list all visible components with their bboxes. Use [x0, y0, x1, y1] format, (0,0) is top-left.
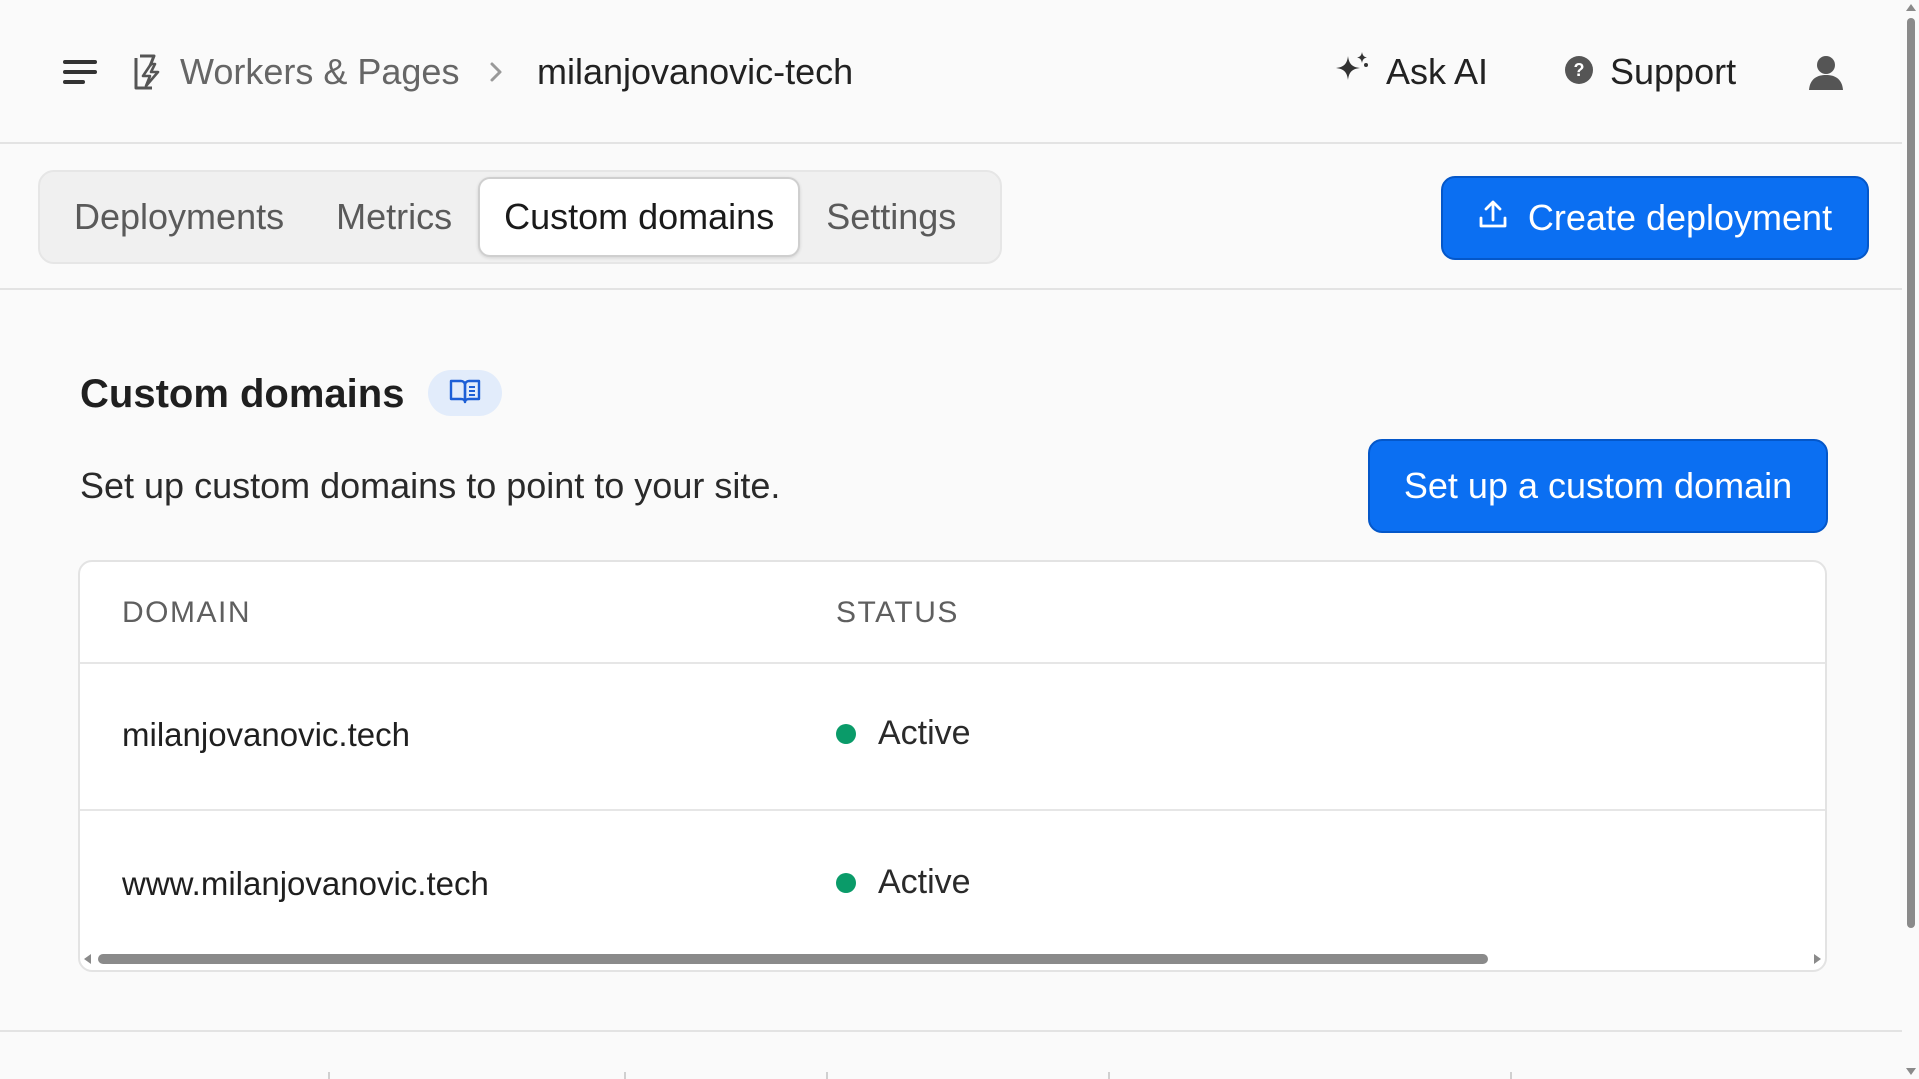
upload-icon	[1478, 197, 1508, 239]
scroll-left-icon[interactable]	[84, 954, 91, 964]
tab-metrics[interactable]: Metrics	[310, 177, 478, 257]
breadcrumb-current: milanjovanovic-tech	[537, 51, 854, 92]
status-cell: Active	[836, 714, 971, 753]
section-title: Custom domains	[80, 372, 405, 416]
domains-table: DOMAIN STATUS milanjovanovic.tech Active…	[78, 560, 1827, 972]
footer-divider	[1510, 1072, 1512, 1079]
help-circle-icon: ?	[1564, 55, 1594, 90]
tab-list: Deployments Metrics Custom domains Setti…	[38, 170, 1002, 264]
table-row[interactable]: milanjovanovic.tech Active	[80, 664, 1825, 811]
status-active-dot-icon	[836, 872, 856, 893]
create-deployment-button[interactable]: Create deployment	[1441, 176, 1869, 260]
section-description: Set up custom domains to point to your s…	[80, 465, 781, 506]
sparkle-icon	[1332, 50, 1372, 95]
scroll-right-icon[interactable]	[1814, 954, 1821, 964]
create-deployment-label: Create deployment	[1527, 197, 1833, 238]
book-icon	[448, 377, 482, 410]
setup-custom-domain-button[interactable]: Set up a custom domain	[1368, 439, 1828, 533]
footer-divider	[1108, 1072, 1110, 1079]
horizontal-scrollbar[interactable]	[80, 950, 1825, 970]
tab-deployments[interactable]: Deployments	[48, 177, 310, 257]
support-label: Support	[1610, 51, 1737, 92]
support-button[interactable]: ? Support	[1564, 46, 1736, 98]
workers-bolt-icon	[130, 52, 166, 92]
domain-cell: www.milanjovanovic.tech	[122, 865, 489, 902]
top-bar: Workers & Pages milanjovanovic-tech Ask …	[0, 0, 1902, 144]
domain-cell: milanjovanovic.tech	[122, 716, 410, 753]
ask-ai-label: Ask AI	[1386, 51, 1489, 92]
scrollbar-thumb[interactable]	[98, 954, 1488, 964]
svg-text:?: ?	[1574, 60, 1585, 80]
status-active-dot-icon	[836, 723, 856, 744]
table-header: DOMAIN STATUS	[80, 562, 1825, 664]
status-text: Active	[878, 714, 971, 752]
chevron-right-icon	[484, 56, 508, 88]
breadcrumb-parent-link[interactable]: Workers & Pages	[180, 50, 459, 94]
vertical-scrollbar[interactable]	[1902, 0, 1919, 1079]
status-text: Active	[878, 863, 971, 901]
scrollbar-thumb[interactable]	[1907, 18, 1915, 928]
tab-settings[interactable]: Settings	[800, 177, 982, 257]
scroll-down-icon[interactable]	[1906, 1068, 1916, 1075]
scroll-up-icon[interactable]	[1906, 4, 1916, 11]
footer-divider	[826, 1072, 828, 1079]
user-icon[interactable]	[1806, 52, 1846, 92]
status-cell: Active	[836, 863, 971, 902]
footer-divider	[328, 1072, 330, 1079]
ask-ai-button[interactable]: Ask AI	[1332, 46, 1488, 98]
project-tabs-bar: Deployments Metrics Custom domains Setti…	[0, 144, 1902, 290]
footer	[0, 1030, 1902, 1079]
column-header-status: STATUS	[836, 596, 959, 629]
menu-icon[interactable]	[58, 52, 102, 92]
tab-custom-domains[interactable]: Custom domains	[478, 177, 801, 257]
column-header-domain: DOMAIN	[122, 596, 251, 629]
footer-divider	[624, 1072, 626, 1079]
docs-link[interactable]	[428, 370, 502, 416]
table-row[interactable]: www.milanjovanovic.tech Active	[80, 813, 1825, 960]
